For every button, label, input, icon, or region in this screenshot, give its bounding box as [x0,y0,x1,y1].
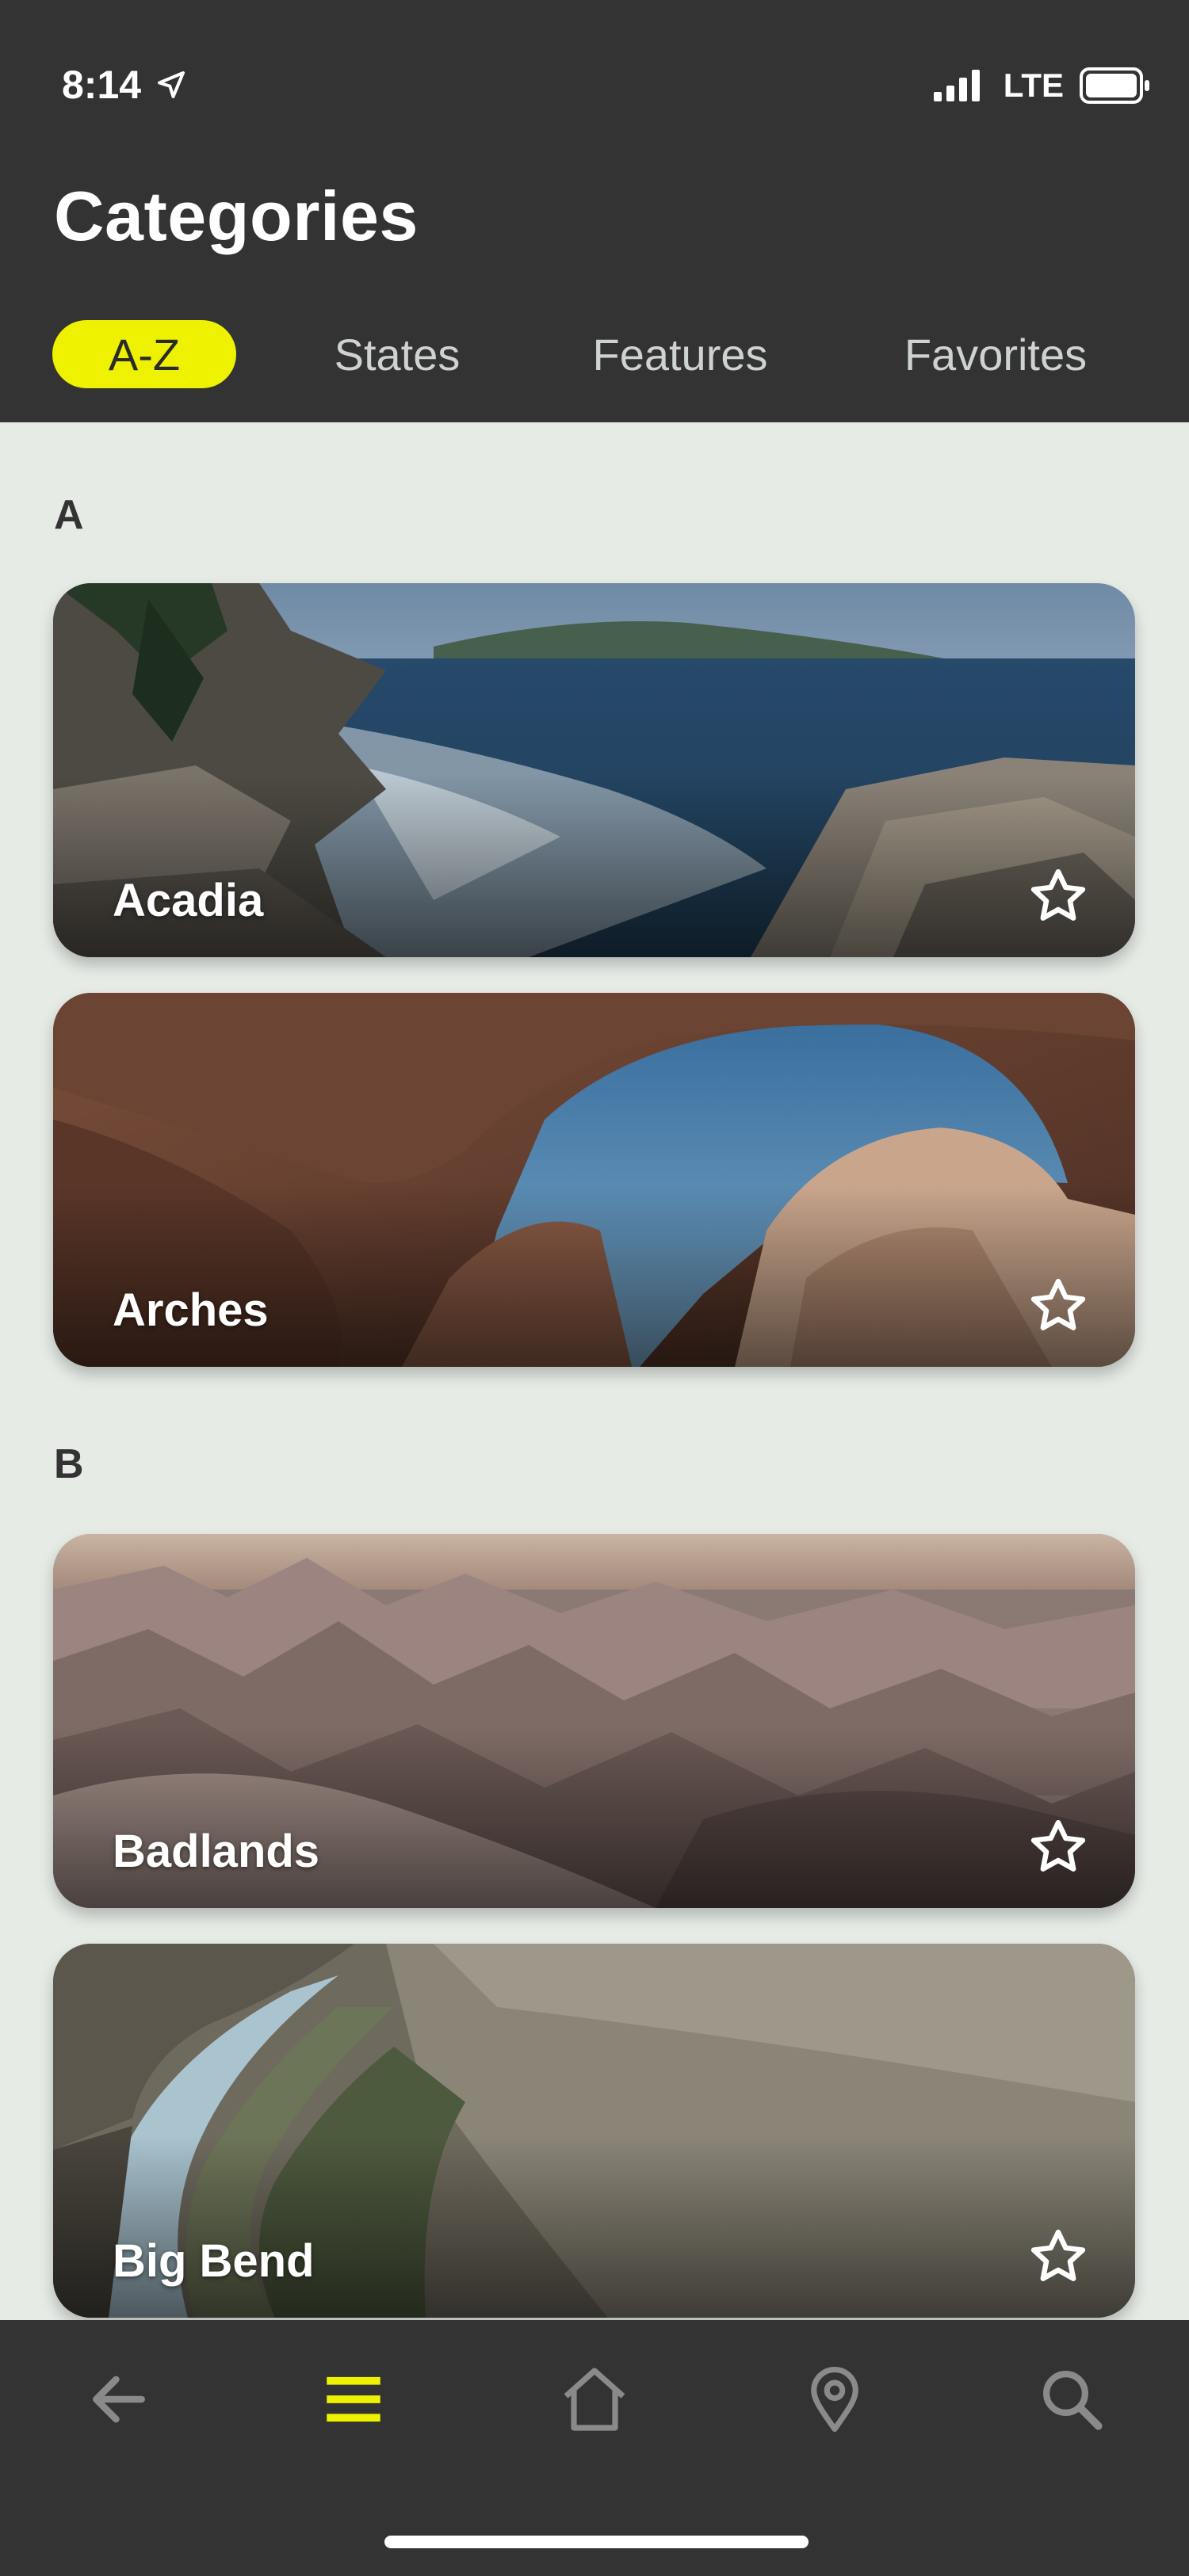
back-arrow-icon [93,2376,145,2423]
park-card-big-bend[interactable]: Big Bend [53,1944,1135,2318]
park-card-badlands[interactable]: Badlands [53,1534,1135,1908]
nav-menu[interactable] [306,2352,401,2447]
section-header-a: A [54,492,84,538]
nav-back[interactable] [71,2352,166,2447]
status-time-text: 8:14 [62,63,142,107]
page-title: Categories [54,177,419,255]
park-name-badlands: Badlands [113,1826,320,1877]
nav-search[interactable] [1024,2352,1119,2447]
nav-home[interactable] [547,2352,642,2447]
location-arrow-icon [158,71,185,98]
menu-icon [327,2376,380,2422]
tab-features[interactable]: Features [545,320,815,388]
battery-icon [1080,67,1149,104]
favorite-star-icon[interactable] [1027,1275,1089,1337]
network-label: LTE [1003,67,1064,104]
card-shade [53,1726,1135,1908]
category-tabs: A-Z States Features Favorites [52,320,1146,391]
favorite-star-icon[interactable] [1027,1816,1089,1878]
section-header-b: B [54,1441,84,1487]
card-shade [53,2135,1135,2318]
status-time: 8:14 [62,62,187,108]
favorite-star-icon[interactable] [1027,2226,1089,2288]
park-card-acadia[interactable]: Acadia [53,583,1135,957]
tab-a-z[interactable]: A-Z [52,320,236,388]
park-name-acadia: Acadia [113,875,264,926]
favorite-star-icon[interactable] [1027,865,1089,927]
tab-a-z-label: A-Z [108,329,181,380]
card-shade [53,1185,1135,1367]
tab-states-label: States [334,329,461,380]
app-header: 8:14 LTE Categories A-Z States Features [0,0,1189,422]
park-name-arches: Arches [113,1284,269,1336]
tab-favorites-label: Favorites [904,329,1088,380]
search-icon [1043,2371,1103,2430]
home-indicator [384,2536,809,2548]
status-indicators: LTE [933,67,1151,105]
nav-location[interactable] [787,2352,882,2447]
location-pin-icon [811,2366,858,2433]
home-icon [564,2368,625,2431]
park-card-arches[interactable]: Arches [53,993,1135,1367]
card-shade [53,775,1135,957]
tab-states[interactable]: States [290,320,504,388]
tab-favorites[interactable]: Favorites [861,320,1130,388]
signal-icon [933,70,980,101]
tab-features-label: Features [592,329,768,380]
park-name-big-bend: Big Bend [113,2235,315,2287]
